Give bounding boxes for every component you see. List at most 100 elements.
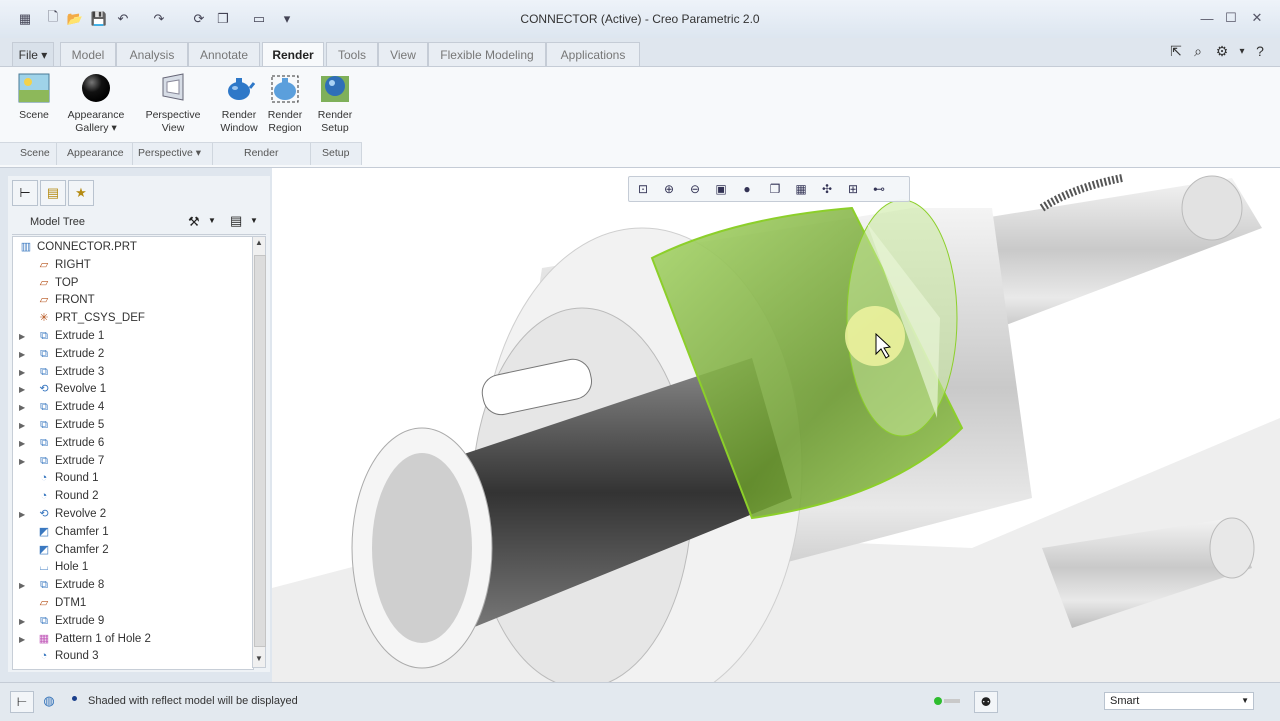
expand-icon[interactable]: ▶ — [19, 346, 29, 363]
tree-node-label: Round 1 — [55, 472, 99, 485]
extrude-icon: ⧉ — [40, 330, 48, 342]
expand-icon[interactable]: ▶ — [19, 506, 29, 523]
display-style-icon[interactable]: ● — [737, 179, 757, 199]
round-icon: ◔ — [40, 490, 48, 503]
scene-icon — [17, 71, 51, 105]
datum-display-icon[interactable]: ✣ — [817, 179, 837, 199]
group-perspective[interactable]: Perspective ▾ — [138, 147, 201, 159]
zoom-out-icon[interactable]: ⊖ — [685, 179, 705, 199]
expand-icon[interactable]: ▶ — [19, 453, 29, 470]
tree-node-label: Hole 1 — [55, 561, 89, 574]
tree-node-label: Chamfer 2 — [55, 543, 109, 556]
model-tree-tab[interactable]: ⊢ — [12, 180, 38, 206]
extrude-icon: ⧉ — [40, 401, 48, 414]
search-icon[interactable]: ⌕ — [1188, 41, 1208, 61]
render-setup-button[interactable]: Render Setup — [312, 71, 358, 135]
tree-settings-dropdown-icon[interactable]: ▼ — [208, 216, 216, 225]
tree-show-dropdown-icon[interactable]: ▼ — [250, 216, 258, 225]
tab-view[interactable]: View — [378, 42, 428, 66]
appearance-gallery-button[interactable]: Appearance Gallery ▾ — [62, 71, 130, 135]
extrude-icon: ⧉ — [40, 365, 48, 378]
tree-node-label: TOP — [55, 276, 79, 289]
render-setup-label: Render Setup — [317, 109, 353, 134]
find-icon[interactable]: ⚉ — [974, 691, 998, 713]
group-separator — [212, 143, 213, 165]
spin-center-icon[interactable]: ⊷ — [869, 179, 889, 199]
tab-model[interactable]: Model — [60, 42, 116, 66]
group-scene: Scene — [20, 147, 50, 159]
extrude-icon: ⧉ — [40, 347, 48, 360]
render-window-button[interactable]: Render Window — [216, 71, 262, 135]
scroll-down-icon[interactable]: ▼ — [255, 654, 263, 663]
close-icon[interactable]: ✕ — [1244, 8, 1270, 28]
scroll-up-icon[interactable]: ▲ — [255, 238, 263, 247]
navigator-panel: ⊢ ▤ ★ Model Tree ⚒ ▼ ▤ ▼ ▥ CONNECTOR.PRT ▱… — [8, 176, 270, 672]
expand-icon[interactable]: ▶ — [19, 381, 29, 398]
scroll-thumb[interactable] — [254, 255, 266, 647]
favorites-tab[interactable]: ★ — [68, 180, 94, 206]
expand-icon[interactable]: ▶ — [19, 613, 29, 630]
maximize-icon[interactable]: ☐ — [1218, 8, 1244, 28]
tree-node-label: PRT_CSYS_DEF — [55, 312, 145, 325]
connector-model-render — [272, 174, 1280, 682]
graphics-window[interactable]: ⊡ ⊕ ⊖ ▣ ● ❐ ▦ ✣ ⊞ ⊷ — [272, 168, 1280, 682]
tab-render[interactable]: Render — [262, 42, 324, 67]
tree-node-label: Extrude 6 — [55, 436, 105, 449]
tree-node-label: Extrude 1 — [55, 330, 105, 342]
tab-tools[interactable]: Tools — [326, 42, 378, 66]
model-tree: ▥ CONNECTOR.PRT ▱ RIGHT ▱ TOP ▱ FRONT ✳ PRT_CSYS_… — [12, 236, 254, 670]
expand-icon[interactable]: ▶ — [19, 631, 29, 648]
tree-scrollbar[interactable]: ▲ ▼ — [252, 236, 266, 668]
render-region-button[interactable]: Render Region — [262, 71, 308, 135]
chevron-down-icon[interactable]: ▼ — [1241, 693, 1249, 709]
back-icon[interactable]: ⇱ — [1166, 41, 1186, 61]
saved-orientations-icon[interactable]: ❐ — [765, 179, 785, 199]
datum-plane-icon: ▱ — [39, 258, 49, 271]
tree-settings-icon[interactable]: ⚒ — [188, 214, 200, 230]
view-manager-icon[interactable]: ▦ — [791, 179, 811, 199]
toggle-navigator-icon[interactable]: ⊢ — [10, 691, 34, 713]
expand-icon[interactable]: ▶ — [19, 399, 29, 416]
expand-icon[interactable]: ▶ — [19, 364, 29, 381]
render-region-teapot-icon — [268, 71, 302, 105]
extrude-icon: ⧉ — [40, 436, 48, 449]
minimize-icon[interactable]: — — [1194, 8, 1220, 28]
perspective-view-button[interactable]: Perspective View — [140, 71, 206, 135]
browser-icon[interactable]: ◍ — [38, 691, 60, 711]
selection-filter[interactable]: Smart ▼ — [1104, 692, 1254, 710]
round-icon: ◔ — [40, 472, 48, 485]
regen-status-icon — [934, 697, 942, 705]
folder-browser-tab[interactable]: ▤ — [40, 180, 66, 206]
expand-icon[interactable]: ▶ — [19, 435, 29, 452]
annotation-display-icon[interactable]: ⊞ — [843, 179, 863, 199]
settings-dropdown-icon[interactable]: ▾ — [1232, 41, 1252, 61]
model-tree-header: Model Tree ⚒ ▼ ▤ ▼ — [12, 210, 266, 235]
appearance-sphere-icon — [79, 71, 113, 105]
revolve-icon: ⟲ — [39, 508, 49, 520]
tree-node-label: DTM1 — [55, 597, 87, 609]
tree-node-label: Revolve 1 — [55, 383, 107, 396]
csys-icon: ✳ — [39, 312, 49, 325]
tree-node-label: FRONT — [55, 294, 95, 307]
refit-icon[interactable]: ⊡ — [633, 179, 653, 199]
group-appearance: Appearance — [67, 147, 124, 159]
tab-applications[interactable]: Applications — [546, 42, 640, 66]
help-icon[interactable]: ? — [1250, 41, 1270, 61]
selection-filter-value: Smart — [1110, 695, 1140, 707]
settings-icon[interactable]: ⚙ — [1212, 41, 1232, 61]
repaint-icon[interactable]: ▣ — [711, 179, 731, 199]
zoom-in-icon[interactable]: ⊕ — [659, 179, 679, 199]
tab-file[interactable]: File ▾ — [12, 42, 54, 66]
expand-icon[interactable]: ▶ — [19, 328, 29, 345]
tab-flexible-modeling[interactable]: Flexible Modeling — [428, 42, 546, 66]
view-toolbar: ⊡ ⊕ ⊖ ▣ ● ❐ ▦ ✣ ⊞ ⊷ — [628, 176, 910, 202]
tree-show-icon[interactable]: ▤ — [230, 213, 242, 229]
tab-annotate[interactable]: Annotate — [188, 42, 260, 66]
expand-icon[interactable]: ▶ — [19, 417, 29, 434]
tab-analysis[interactable]: Analysis — [116, 42, 188, 66]
round-icon: ◔ — [40, 650, 48, 663]
scene-button[interactable]: Scene — [14, 71, 54, 122]
expand-icon[interactable]: ▶ — [19, 577, 29, 594]
extrude-icon: ⧉ — [40, 614, 48, 627]
group-separator — [361, 143, 362, 165]
